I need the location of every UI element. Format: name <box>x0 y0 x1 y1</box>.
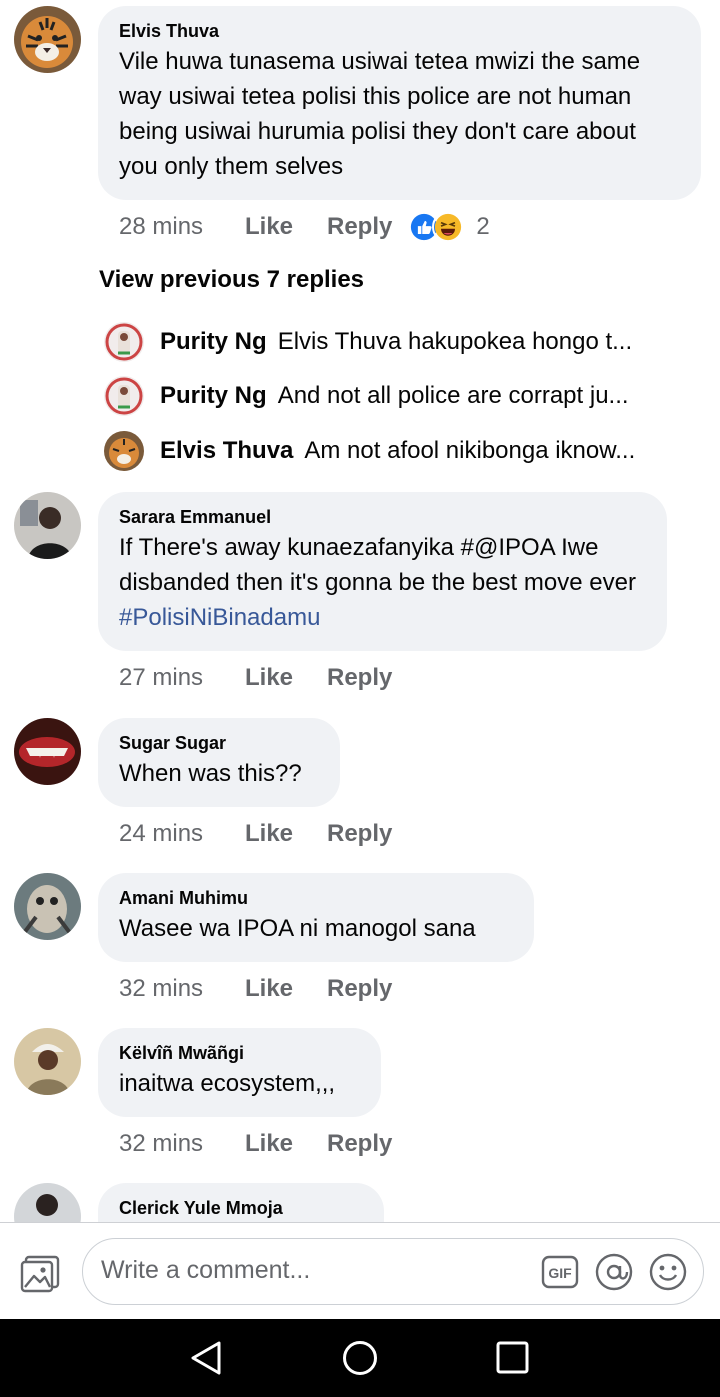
comment-text: Vile huwa tunasema usiwai tetea mwizi th… <box>119 48 641 180</box>
avatar-clerick[interactable] <box>14 1183 81 1222</box>
gif-label: GIF <box>548 1265 572 1281</box>
avatar-sarara[interactable] <box>14 492 81 559</box>
like-button[interactable]: Like <box>245 213 327 241</box>
comment-time[interactable]: 32 mins <box>119 1130 245 1158</box>
back-icon[interactable] <box>189 1340 223 1376</box>
comment-actions: 27 mins Like Reply <box>119 662 392 694</box>
comment-text: inaitwa ecosystem,,, <box>119 1070 336 1097</box>
like-button[interactable]: Like <box>245 1130 327 1158</box>
comment-author[interactable]: Clerick Yule Mmoja <box>119 1197 363 1219</box>
comment-composer: Write a comment... GIF <box>0 1222 720 1319</box>
avatar-sugar[interactable] <box>14 718 81 785</box>
comment-time[interactable]: 28 mins <box>119 213 245 241</box>
reply-button[interactable]: Reply <box>327 213 392 241</box>
comment-bubble: Sugar Sugar When was this?? <box>98 718 340 807</box>
comment-time[interactable]: 27 mins <box>119 664 245 692</box>
avatar-amani[interactable] <box>14 873 81 940</box>
reply-author[interactable]: Elvis Thuva <box>160 437 293 465</box>
comment-author[interactable]: Sugar Sugar <box>119 732 319 754</box>
comment-bubble: Clerick Yule Mmoja <box>98 1183 384 1222</box>
like-button[interactable]: Like <box>245 975 327 1003</box>
avatar-tiger[interactable] <box>14 6 81 73</box>
reply-button[interactable]: Reply <box>327 820 392 848</box>
avatar-purity <box>104 376 144 416</box>
comment-bubble: Këlvîñ Mwãñgi inaitwa ecosystem,,, <box>98 1028 381 1117</box>
reply-preview[interactable]: Purity Ng Elvis Thuva hakupokea hongo t.… <box>104 322 704 362</box>
comment-time[interactable]: 32 mins <box>119 975 245 1003</box>
mention-icon[interactable] <box>595 1253 633 1291</box>
reply-text: Am not afool nikibonga iknow... <box>304 437 636 464</box>
comment-time[interactable]: 24 mins <box>119 820 245 848</box>
reply-text: And not all police are corrapt ju... <box>277 382 629 409</box>
recent-apps-icon[interactable] <box>496 1341 529 1374</box>
like-button[interactable]: Like <box>245 664 327 692</box>
view-previous-replies-link[interactable]: View previous 7 replies <box>99 266 364 294</box>
emoji-icon[interactable] <box>649 1253 687 1291</box>
reply-text: Elvis Thuva hakupokea hongo t... <box>277 328 633 355</box>
reply-author[interactable]: Purity Ng <box>160 328 267 356</box>
comment-text: If There's away kunaezafanyika #@IPOA Iw… <box>119 530 646 635</box>
comment-input[interactable]: Write a comment... GIF <box>82 1238 704 1305</box>
reaction-summary[interactable]: 2 <box>408 211 490 243</box>
system-navigation-bar <box>0 1319 720 1397</box>
comment-actions: 24 mins Like Reply <box>119 818 392 850</box>
comment-author[interactable]: Amani Muhimu <box>119 887 513 909</box>
comment-bubble: Sarara Emmanuel If There's away kunaezaf… <box>98 492 667 651</box>
home-icon[interactable] <box>342 1340 378 1376</box>
comment-author[interactable]: Elvis Thuva <box>119 20 680 42</box>
comment-actions: 32 mins Like Reply <box>119 973 392 1005</box>
reply-author[interactable]: Purity Ng <box>160 382 267 410</box>
comment-bubble: Amani Muhimu Wasee wa IPOA ni manogol sa… <box>98 873 534 962</box>
reply-preview[interactable]: Purity Ng And not all police are corrapt… <box>104 376 704 416</box>
comment-author[interactable]: Sarara Emmanuel <box>119 506 646 528</box>
comment-author[interactable]: Këlvîñ Mwãñgi <box>119 1042 360 1064</box>
comment-bubble: Elvis Thuva Vile huwa tunasema usiwai te… <box>98 6 701 200</box>
comment-body: If There's away kunaezafanyika #@IPOA Iw… <box>119 534 636 596</box>
like-button[interactable]: Like <box>245 820 327 848</box>
avatar-kelvin[interactable] <box>14 1028 81 1095</box>
comment-text: Wasee wa IPOA ni manogol sana <box>119 915 476 942</box>
avatar-purity <box>104 322 144 362</box>
reply-button[interactable]: Reply <box>327 1130 392 1158</box>
comment-actions: 32 mins Like Reply <box>119 1128 392 1160</box>
hashtag-link[interactable]: #PolisiNiBinadamu <box>119 604 320 631</box>
comment-actions: 28 mins Like Reply 2 <box>119 211 490 243</box>
gif-icon[interactable]: GIF <box>541 1255 579 1289</box>
reply-preview[interactable]: Elvis Thuva Am not afool nikibonga iknow… <box>104 431 704 471</box>
comments-feed[interactable]: Elvis Thuva Vile huwa tunasema usiwai te… <box>0 0 720 1222</box>
comment-text: When was this?? <box>119 760 302 787</box>
reaction-count: 2 <box>476 213 490 240</box>
avatar-tiger <box>104 431 144 471</box>
haha-icon <box>432 211 465 243</box>
photo-icon[interactable] <box>20 1255 60 1293</box>
reply-button[interactable]: Reply <box>327 664 392 692</box>
reply-button[interactable]: Reply <box>327 975 392 1003</box>
comment-input-placeholder: Write a comment... <box>101 1256 311 1284</box>
